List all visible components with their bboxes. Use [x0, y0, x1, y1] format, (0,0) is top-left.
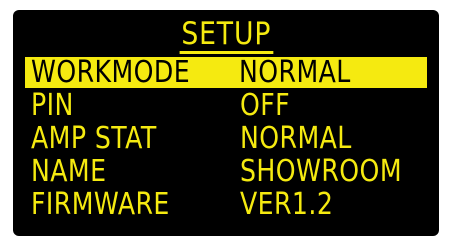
menu-label-workmode: WORKMODE [31, 55, 191, 90]
menu-label-pin: PIN [31, 88, 74, 123]
title-bar: SETUP [13, 16, 439, 54]
setup-display: SETUP WORKMODE NORMAL PIN OFF AMP STAT N… [13, 10, 439, 236]
menu-value-firmware: VER1.2 [240, 187, 334, 222]
menu-row-amp-stat[interactable]: AMP STAT NORMAL [13, 123, 439, 156]
menu-label-name: NAME [31, 154, 107, 189]
page-title: SETUP [179, 16, 273, 54]
menu-row-workmode[interactable]: WORKMODE NORMAL [25, 57, 427, 88]
menu-value-workmode: NORMAL [239, 55, 351, 90]
menu-row-pin[interactable]: PIN OFF [13, 90, 439, 123]
setup-menu: WORKMODE NORMAL PIN OFF AMP STAT NORMAL … [13, 57, 439, 222]
menu-row-name[interactable]: NAME SHOWROOM [13, 156, 439, 189]
menu-label-amp-stat: AMP STAT [31, 121, 157, 156]
menu-label-firmware: FIRMWARE [31, 187, 170, 222]
menu-value-pin: OFF [240, 88, 291, 123]
menu-row-firmware[interactable]: FIRMWARE VER1.2 [13, 189, 439, 222]
menu-value-amp-stat: NORMAL [240, 121, 352, 156]
menu-value-name: SHOWROOM [240, 154, 402, 189]
